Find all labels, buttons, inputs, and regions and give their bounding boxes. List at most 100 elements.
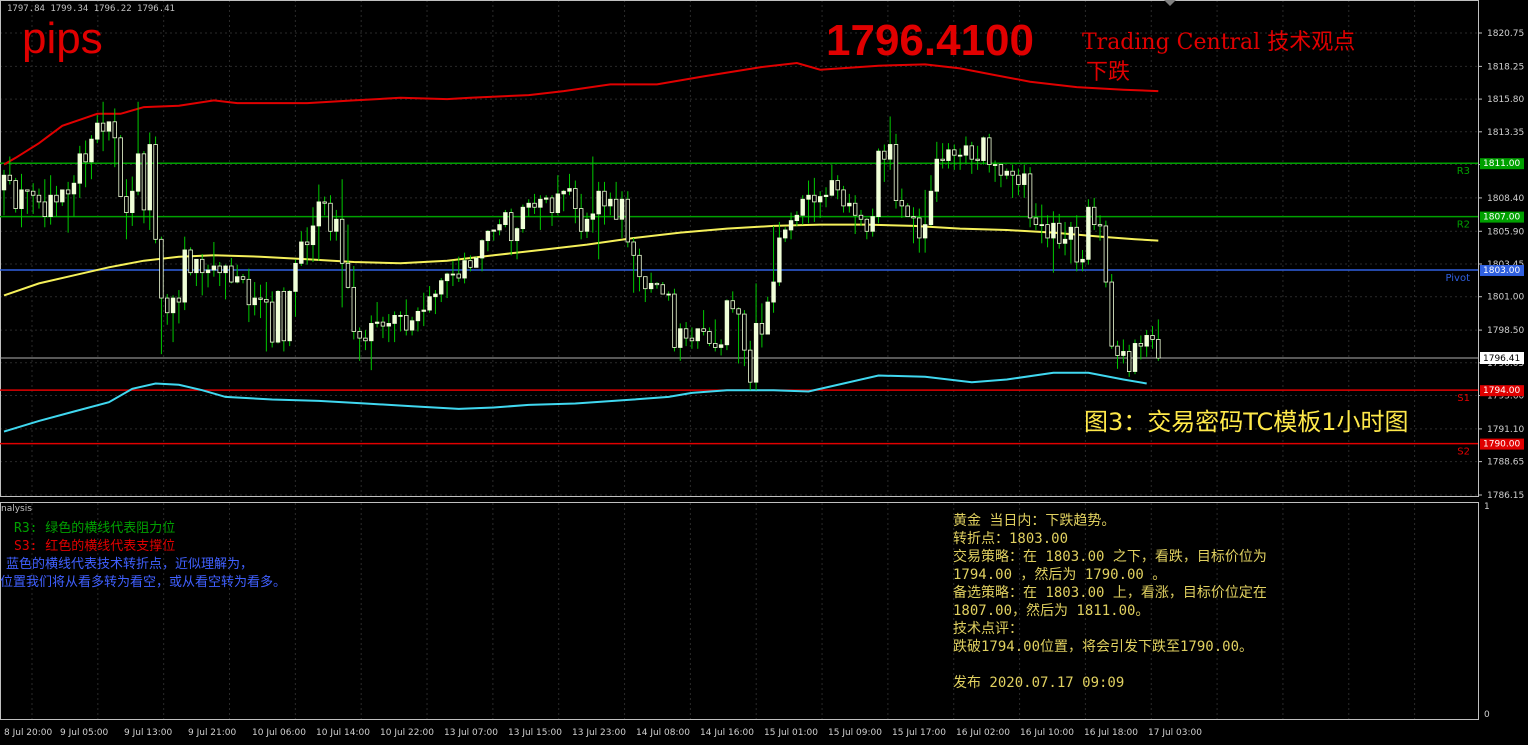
candle-body	[147, 144, 152, 211]
candle-body	[514, 228, 520, 242]
candle-body	[917, 217, 922, 239]
candle-body	[730, 300, 735, 310]
candle	[287, 290, 292, 347]
candle	[1132, 339, 1138, 375]
candle	[1068, 221, 1074, 264]
legend-line-r3: R3: 绿色的横线代表阻力位	[14, 521, 176, 536]
candle-body	[281, 290, 287, 342]
candle-body	[992, 164, 998, 166]
y-tick-label: 1786.15	[1487, 491, 1524, 498]
candle	[783, 227, 788, 242]
candle	[917, 208, 922, 253]
candle	[998, 163, 1004, 188]
candle-body	[1144, 335, 1149, 347]
candle-body	[450, 273, 456, 276]
candle-body	[153, 144, 158, 240]
candle-body	[1, 174, 7, 191]
candle-body	[200, 258, 205, 274]
candle	[608, 192, 613, 216]
candle	[334, 209, 339, 241]
candle-body	[95, 122, 100, 140]
level-name-s1: S1	[1457, 393, 1470, 404]
candle-body	[287, 290, 292, 342]
candle-body	[613, 198, 619, 220]
candle	[30, 183, 36, 214]
candle-body	[211, 265, 217, 271]
x-tick-label: 13 Jul 15:00	[508, 728, 562, 738]
candle	[404, 299, 409, 336]
candle-body	[981, 137, 986, 161]
candle	[89, 135, 94, 180]
candle-body	[1103, 225, 1109, 283]
candle	[65, 181, 71, 233]
candle	[13, 177, 18, 213]
candle-body	[713, 343, 718, 348]
candle	[176, 290, 182, 324]
candle	[60, 189, 65, 206]
candle	[590, 156, 596, 233]
candle-body	[654, 282, 660, 286]
candle	[369, 315, 374, 371]
candle-body	[100, 122, 106, 132]
candle-body	[246, 278, 252, 306]
candle-body	[71, 182, 77, 195]
candle	[922, 189, 928, 253]
candle	[870, 208, 875, 237]
candle	[217, 261, 222, 287]
candle-body	[975, 158, 980, 161]
analysis-line: 交易策略：在 1803.00 之下，看跌，目标价位为	[953, 549, 1267, 565]
candle-body	[509, 212, 514, 242]
candle-body	[602, 190, 607, 207]
candle	[1121, 339, 1126, 364]
candle	[252, 282, 257, 316]
candle-body	[818, 196, 823, 203]
candle	[794, 211, 800, 226]
x-tick-label: 10 Jul 06:00	[252, 728, 306, 738]
candle-body	[928, 190, 934, 226]
candle	[392, 311, 397, 343]
candle-body	[269, 301, 275, 343]
x-tick-label: 16 Jul 02:00	[956, 728, 1010, 738]
y-tick-label: 1808.40	[1487, 194, 1524, 204]
candle-body	[380, 321, 386, 327]
candle	[631, 237, 636, 293]
candle-body	[678, 328, 683, 348]
candle-body	[812, 194, 817, 203]
candle	[100, 101, 106, 152]
candle-body	[369, 323, 374, 342]
candle	[526, 199, 531, 217]
candle-body	[456, 273, 461, 279]
candle-body	[1109, 281, 1114, 347]
candle	[829, 164, 835, 197]
candle	[141, 151, 147, 224]
candle	[200, 253, 205, 296]
candle-body	[643, 276, 648, 290]
candle-body	[899, 200, 905, 207]
x-tick-label: 17 Jul 03:00	[1148, 728, 1202, 738]
candle-body	[409, 320, 415, 331]
candle-body	[800, 198, 805, 216]
candle	[182, 236, 187, 311]
candle	[514, 227, 520, 260]
candle	[153, 136, 158, 244]
candle	[374, 302, 380, 328]
y-tick-label: 1813.35	[1487, 128, 1524, 138]
candle-body	[584, 218, 590, 232]
candle-body	[176, 297, 182, 303]
candle-body	[666, 293, 671, 296]
candle	[188, 247, 193, 276]
candle	[328, 195, 333, 241]
candle-body	[1039, 224, 1044, 227]
candle	[934, 141, 939, 202]
candle-body	[526, 202, 531, 208]
candle	[54, 185, 59, 217]
x-tick-label: 15 Jul 01:00	[764, 728, 818, 738]
candle	[730, 291, 735, 313]
candle	[135, 101, 141, 196]
candle	[1080, 249, 1085, 272]
level-name-r2: R2	[1457, 220, 1470, 231]
candle-body	[48, 194, 53, 217]
candle	[818, 191, 823, 218]
chart-shift-marker[interactable]	[1164, 0, 1176, 6]
candle	[345, 224, 351, 289]
